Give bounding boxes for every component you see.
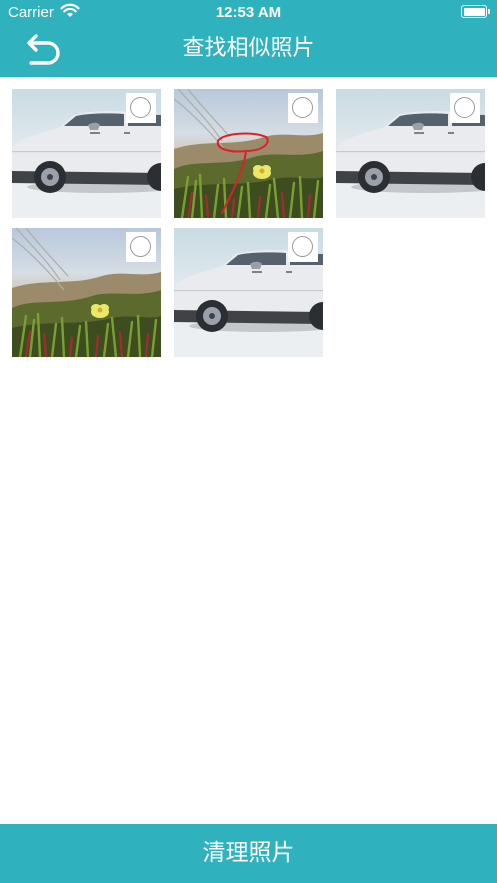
unchecked-circle-icon [292, 236, 313, 257]
battery-icon [461, 5, 490, 18]
app-header: Carrier 12:53 AM 查找相似照片 [0, 0, 497, 77]
photo-thumbnail[interactable] [336, 89, 485, 218]
select-checkbox[interactable] [450, 93, 480, 123]
select-checkbox[interactable] [126, 232, 156, 262]
select-checkbox[interactable] [288, 93, 318, 123]
select-checkbox[interactable] [126, 93, 156, 123]
photo-thumbnail[interactable] [174, 228, 323, 357]
unchecked-circle-icon [292, 97, 313, 118]
unchecked-circle-icon [130, 97, 151, 118]
photo-thumbnail[interactable] [174, 89, 323, 218]
unchecked-circle-icon [130, 236, 151, 257]
page-title: 查找相似照片 [182, 36, 315, 61]
select-checkbox[interactable] [288, 232, 318, 262]
unchecked-circle-icon [454, 97, 475, 118]
status-bar: Carrier 12:53 AM [0, 0, 497, 26]
photo-thumbnail[interactable] [12, 89, 161, 218]
clean-photos-button[interactable]: 清理照片 [0, 824, 497, 883]
status-time: 12:53 AM [215, 4, 282, 21]
photo-thumbnail[interactable] [12, 228, 161, 357]
